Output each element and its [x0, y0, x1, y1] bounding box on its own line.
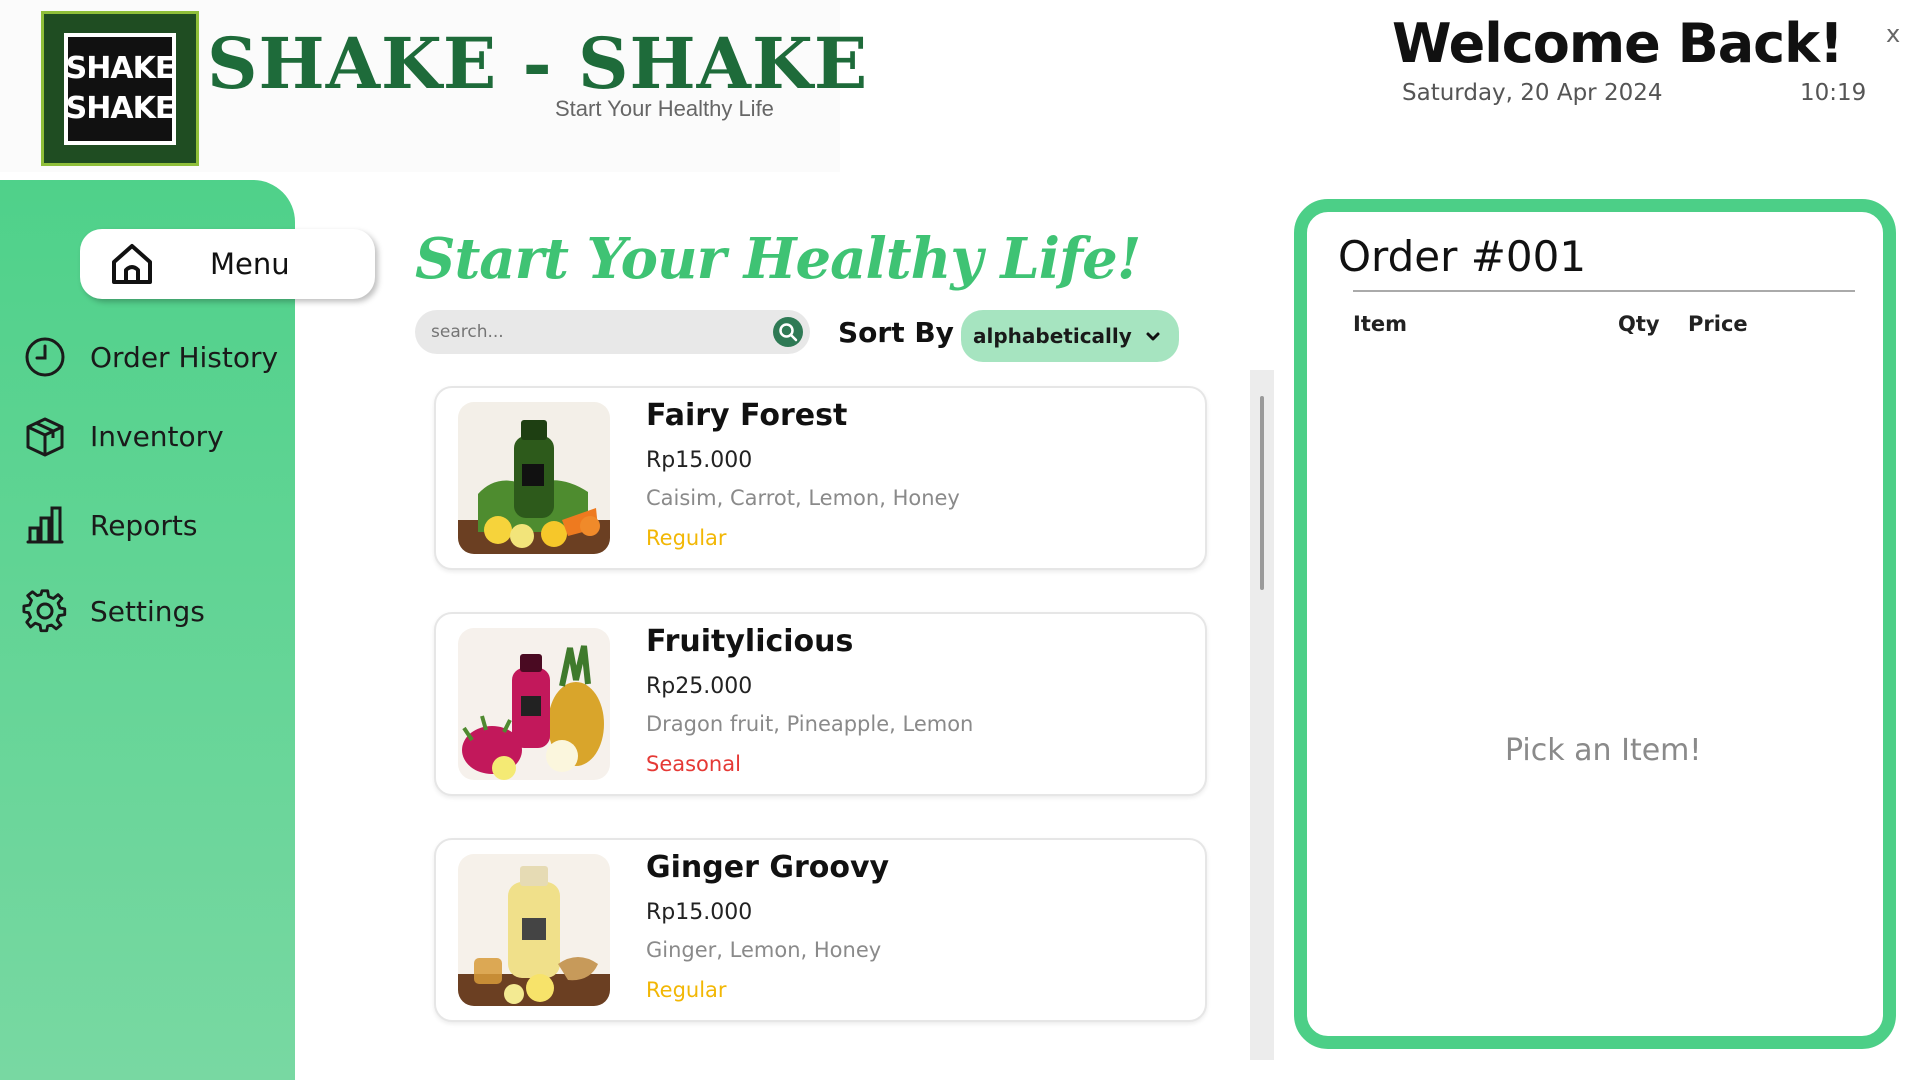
- sidebar-item-label: Inventory: [90, 419, 224, 453]
- product-name: Ginger Groovy: [646, 850, 890, 885]
- order-title: Order #001: [1338, 232, 1587, 281]
- product-category-tag: Regular: [646, 978, 727, 1002]
- sidebar-item-label: Settings: [90, 594, 205, 628]
- sidebar-item-menu[interactable]: Menu: [80, 229, 375, 299]
- product-card-ginger-groovy[interactable]: Ginger Groovy Rp15.000 Ginger, Lemon, Ho…: [434, 838, 1207, 1022]
- scrollbar-thumb[interactable]: [1260, 396, 1264, 590]
- gear-icon: [22, 589, 67, 633]
- search-bar: [415, 310, 810, 354]
- close-button[interactable]: x: [1886, 20, 1900, 48]
- order-column-item: Item: [1353, 312, 1407, 336]
- product-category-tag: Regular: [646, 526, 727, 550]
- box-icon: [26, 417, 64, 457]
- order-column-price: Price: [1688, 312, 1748, 336]
- logo-text-line1: SHAKE: [65, 50, 176, 86]
- sort-value: alphabetically: [973, 324, 1132, 348]
- search-icon[interactable]: [772, 316, 804, 348]
- shake-shake-logo: SHAKE SHAKE: [41, 11, 199, 166]
- product-image-fairy-forest: [458, 402, 610, 554]
- brand-title: SHAKE - SHAKE: [207, 22, 869, 105]
- product-name: Fairy Forest: [646, 398, 848, 433]
- product-category-tag: Seasonal: [646, 752, 741, 776]
- home-icon: [112, 244, 152, 284]
- product-price: Rp25.000: [646, 674, 753, 699]
- welcome-heading: Welcome Back!: [1392, 12, 1844, 75]
- clock-icon: [25, 337, 65, 377]
- product-price: Rp15.000: [646, 448, 753, 473]
- logo-text-line2: SHAKE: [65, 90, 176, 126]
- sort-dropdown[interactable]: alphabetically: [961, 310, 1179, 362]
- sidebar-item-settings[interactable]: Settings: [22, 581, 205, 641]
- current-date: Saturday, 20 Apr 2024: [1402, 80, 1663, 106]
- bar-chart-icon: [26, 506, 64, 544]
- product-name: Fruitylicious: [646, 624, 854, 659]
- brand-tagline: Start Your Healthy Life: [555, 96, 774, 121]
- search-input[interactable]: [431, 310, 751, 354]
- product-ingredients: Ginger, Lemon, Honey: [646, 938, 882, 962]
- product-card-fairy-forest[interactable]: Fairy Forest Rp15.000 Caisim, Carrot, Le…: [434, 386, 1207, 570]
- product-image-fruitylicious: [458, 628, 610, 780]
- order-divider: [1353, 290, 1855, 292]
- page-headline: Start Your Healthy Life!: [415, 226, 1141, 292]
- product-image-ginger-groovy: [458, 854, 610, 1006]
- sidebar-item-label: Reports: [90, 508, 198, 542]
- sidebar-item-order-history[interactable]: Order History: [22, 327, 278, 387]
- sidebar-item-label: Order History: [90, 340, 279, 374]
- sidebar-item-reports[interactable]: Reports: [22, 495, 197, 555]
- product-ingredients: Caisim, Carrot, Lemon, Honey: [646, 486, 960, 510]
- order-empty-message: Pick an Item!: [1505, 733, 1702, 768]
- sidebar-item-label: Menu: [210, 247, 290, 281]
- sidebar-item-inventory[interactable]: Inventory: [22, 406, 224, 466]
- chevron-down-icon: [1146, 332, 1160, 341]
- current-time: 10:19: [1800, 80, 1867, 106]
- product-card-fruitylicious[interactable]: Fruitylicious Rp25.000 Dragon fruit, Pin…: [434, 612, 1207, 796]
- sort-label: Sort By: [838, 316, 954, 349]
- order-column-qty: Qty: [1618, 312, 1660, 336]
- product-price: Rp15.000: [646, 900, 753, 925]
- product-ingredients: Dragon fruit, Pineapple, Lemon: [646, 712, 974, 736]
